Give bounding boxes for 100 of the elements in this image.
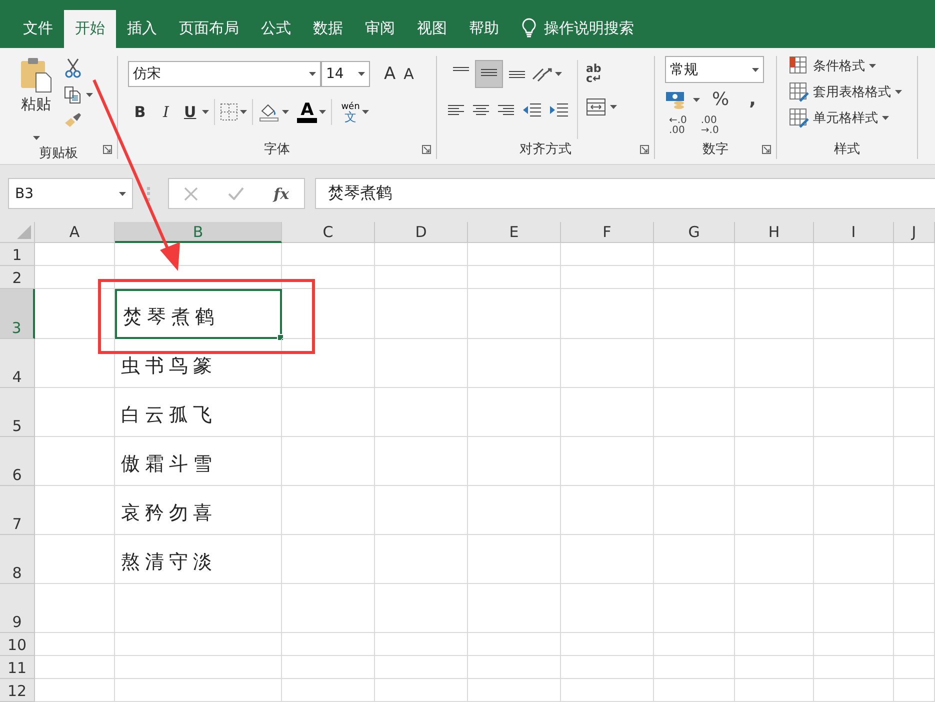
caret-icon[interactable] [555, 72, 562, 76]
caret-icon[interactable] [86, 93, 93, 97]
row-header[interactable]: 10 [0, 633, 35, 656]
enter-check-icon[interactable] [228, 187, 244, 200]
dialog-launcher-icon[interactable] [640, 145, 649, 154]
merge-center-icon[interactable] [586, 98, 606, 116]
accounting-format-icon[interactable] [665, 90, 687, 110]
align-left-icon[interactable] [447, 103, 465, 117]
ribbon-tab[interactable]: 插入 [116, 10, 168, 48]
font-color-button[interactable]: A [300, 102, 314, 118]
column-header[interactable]: B [115, 222, 282, 243]
caret-icon[interactable] [282, 110, 290, 114]
align-center-icon[interactable] [472, 103, 490, 117]
ribbon-tab[interactable]: 公式 [250, 10, 302, 48]
caret-icon[interactable] [119, 192, 126, 196]
group-label: 剪贴板 [38, 145, 79, 162]
ribbon-tab[interactable]: 视图 [406, 10, 458, 48]
borders-icon[interactable] [220, 103, 238, 121]
caret-icon[interactable] [202, 110, 210, 114]
insert-function-button[interactable]: fx [274, 184, 290, 202]
align-right-icon[interactable] [497, 103, 515, 117]
row-header[interactable]: 7 [0, 486, 35, 535]
lightbulb-icon[interactable] [522, 18, 536, 38]
name-box[interactable]: B3 [8, 178, 133, 209]
row-header[interactable]: 1 [0, 243, 35, 266]
cell-style-icon[interactable] [789, 108, 809, 128]
dialog-launcher-icon[interactable] [103, 145, 112, 154]
column-header[interactable]: G [654, 222, 735, 243]
phonetic-guide-button[interactable]: wén 文 [341, 102, 360, 122]
caret-icon[interactable] [882, 116, 889, 120]
caret-icon[interactable] [895, 90, 902, 94]
scissors-icon[interactable] [64, 58, 82, 78]
column-header[interactable]: H [735, 222, 814, 243]
paintbrush-icon[interactable] [64, 112, 82, 128]
table-cell [894, 679, 935, 702]
caret-icon[interactable] [309, 72, 316, 76]
column-header[interactable]: E [468, 222, 561, 243]
paste-button[interactable]: 粘贴 [18, 56, 54, 115]
grow-font-button[interactable]: A [380, 61, 400, 87]
ribbon-tab[interactable]: 审阅 [354, 10, 406, 48]
column-header[interactable]: J [894, 222, 935, 243]
middle-align-button[interactable] [475, 60, 503, 88]
tell-me-search[interactable]: 操作说明搜索 [544, 18, 634, 38]
caret-icon[interactable] [319, 110, 326, 114]
row-header[interactable]: 2 [0, 266, 35, 289]
formula-bar-field[interactable]: 焚琴煮鹤 [315, 178, 935, 209]
ribbon-tab[interactable]: 页面布局 [168, 10, 250, 48]
row-header[interactable]: 5 [0, 388, 35, 437]
dialog-launcher-icon[interactable] [762, 145, 771, 154]
ribbon-tab[interactable]: 数据 [302, 10, 354, 48]
caret-icon[interactable] [240, 110, 248, 114]
conditional-format-icon[interactable] [789, 56, 809, 76]
decrease-decimal-button[interactable]: .00 →.0 [700, 116, 719, 136]
column-header[interactable]: F [561, 222, 654, 243]
column-header[interactable]: C [282, 222, 375, 243]
styles-menu-button[interactable]: 条件格式 [813, 57, 865, 75]
row-header[interactable]: 9 [0, 584, 35, 633]
table-cell [894, 633, 935, 656]
number-format-dropdown[interactable]: 常规 [665, 56, 764, 83]
italic-button[interactable]: I [154, 99, 178, 125]
increase-decimal-button[interactable]: ←.0 .00 [665, 116, 687, 136]
caret-icon[interactable] [32, 136, 40, 140]
caret-icon[interactable] [693, 98, 700, 102]
row-header[interactable]: 6 [0, 437, 35, 486]
percent-style-button[interactable]: % [712, 89, 730, 110]
comma-style-button[interactable]: , [749, 89, 756, 110]
row-header[interactable]: 11 [0, 656, 35, 679]
caret-icon[interactable] [358, 72, 365, 76]
ribbon-tab[interactable]: 开始 [64, 10, 116, 48]
column-header[interactable]: I [814, 222, 894, 243]
wrap-text-button[interactable]: ab c↵ [586, 60, 617, 84]
increase-indent-icon[interactable] [549, 102, 569, 118]
ribbon-tab[interactable]: 帮助 [458, 10, 510, 48]
table-cell: 白云孤飞 [115, 388, 282, 437]
caret-icon[interactable] [869, 64, 876, 68]
caret-icon[interactable] [752, 68, 759, 72]
styles-menu-button[interactable]: 单元格样式 [813, 109, 878, 127]
table-cell [894, 243, 935, 266]
shrink-font-button[interactable]: A [400, 61, 418, 87]
fill-color-icon[interactable] [258, 102, 280, 122]
column-header[interactable]: D [375, 222, 468, 243]
font-size-dropdown[interactable]: 14 [321, 61, 370, 87]
column-header[interactable]: A [35, 222, 115, 243]
row-header[interactable]: 8 [0, 535, 35, 584]
caret-icon[interactable] [362, 110, 369, 114]
bold-button[interactable]: B [128, 99, 152, 125]
row-header[interactable]: 12 [0, 679, 35, 702]
copy-icon[interactable] [64, 86, 82, 104]
row-header[interactable]: 4 [0, 339, 35, 388]
decrease-indent-icon[interactable] [522, 102, 542, 118]
styles-menu-button[interactable]: 套用表格格式 [813, 83, 891, 101]
dialog-launcher-icon[interactable] [422, 145, 431, 154]
font-name-dropdown[interactable]: 仿宋 [128, 61, 321, 87]
table-format-icon[interactable] [789, 82, 809, 102]
ribbon-tab[interactable]: 文件 [12, 10, 64, 48]
table-cell [894, 289, 935, 339]
underline-button[interactable]: U [180, 99, 200, 125]
caret-icon[interactable] [610, 105, 617, 109]
row-header[interactable]: 3 [0, 289, 35, 339]
fill-handle[interactable] [277, 334, 284, 341]
